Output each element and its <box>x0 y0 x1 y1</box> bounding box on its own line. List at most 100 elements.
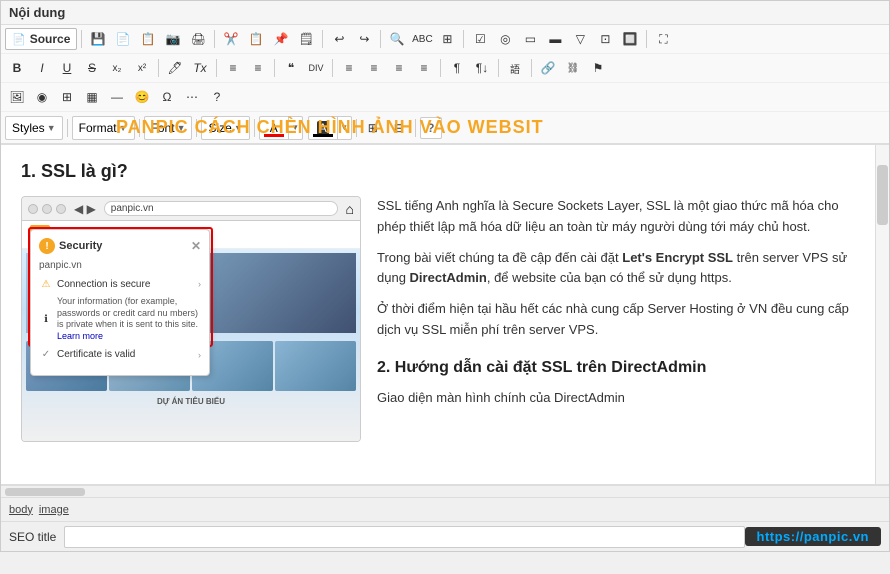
spellcheck-button[interactable]: ABC <box>410 28 434 50</box>
unordered-list-button[interactable]: ≡ <box>246 57 270 79</box>
print-button[interactable]: 🖨 <box>186 28 210 50</box>
popup-close-button[interactable]: ✕ <box>191 239 201 253</box>
format-select[interactable]: Format ▼ <box>72 116 135 140</box>
insert-button[interactable]: ? <box>205 86 229 108</box>
browser-titlebar: ◀ ▶ panpic.vn ⌂ <box>22 197 360 221</box>
bg-color-arrow[interactable]: ▼ <box>337 117 351 139</box>
paste-button[interactable]: 📌 <box>269 28 293 50</box>
toolbar-separator <box>463 30 464 48</box>
help-button[interactable]: ? <box>420 117 442 139</box>
image-button[interactable]: 🖼 <box>5 86 29 108</box>
styles-label: Styles <box>12 121 45 135</box>
toolbar-separator <box>440 59 441 77</box>
underline-button[interactable]: U <box>55 57 79 79</box>
paragraph-4: Giao diện màn hình chính của DirectAdmin <box>377 388 869 409</box>
toolbar-separator <box>531 59 532 77</box>
size-select[interactable]: Size ▼ <box>201 116 249 140</box>
align-justify-button[interactable]: ≡ <box>412 57 436 79</box>
seo-title-input[interactable] <box>64 526 744 548</box>
save-button[interactable]: 💾 <box>86 28 110 50</box>
format-separator <box>67 119 68 137</box>
remove-format-button[interactable]: Tx <box>188 57 212 79</box>
radio-button[interactable]: ◎ <box>493 28 517 50</box>
unlink-button[interactable]: ⛓ <box>561 57 585 79</box>
format-painter-button[interactable]: 🖊 <box>163 57 187 79</box>
popup-item-2: ℹ Your information (for example, passwor… <box>39 296 201 343</box>
redo-button[interactable]: ↪ <box>352 28 376 50</box>
maximize-button[interactable]: ⛶ <box>651 28 675 50</box>
horizontal-rule-button[interactable]: — <box>105 86 129 108</box>
font-select[interactable]: Font ▼ <box>144 116 193 140</box>
scrollbar-thumb[interactable] <box>877 165 888 225</box>
blockquote-button[interactable]: ❝ <box>279 57 303 79</box>
source-button[interactable]: 📄 Source <box>5 28 77 50</box>
content-text: SSL tiếng Anh nghĩa là Secure Sockets La… <box>377 196 869 419</box>
website-thumb-4 <box>275 341 356 391</box>
italic-button[interactable]: I <box>30 57 54 79</box>
toolbar-separator <box>216 59 217 77</box>
templates-button[interactable]: 📋 <box>136 28 160 50</box>
textbox-button[interactable]: ▭ <box>518 28 542 50</box>
align-right-button[interactable]: ≡ <box>387 57 411 79</box>
h-scrollbar-thumb[interactable] <box>5 488 85 496</box>
font-arrow-icon: ▼ <box>177 123 186 133</box>
horizontal-scrollbar[interactable] <box>1 485 889 497</box>
language-button[interactable]: 語 <box>503 57 527 79</box>
toolbar-row-1: 📄 Source 💾 📄 📋 📷 🖨 ✂️ 📋 📌 🗒 ↩ ↪ 🔍 ABC ⊞ … <box>1 25 889 54</box>
website-footer-text: DỰ ÁN TIÊU BIỂU <box>22 395 360 408</box>
align-left-button[interactable]: ≡ <box>337 57 361 79</box>
preview-button[interactable]: 📷 <box>161 28 185 50</box>
bold-button[interactable]: B <box>5 57 29 79</box>
div-button[interactable]: DIV <box>304 57 328 79</box>
info-icon: ℹ <box>39 312 53 326</box>
subscript-button[interactable]: x₂ <box>105 57 129 79</box>
bg-color-bar <box>313 134 333 137</box>
hidden-button[interactable]: 🔲 <box>618 28 642 50</box>
paste-text-button[interactable]: 🗒 <box>294 28 318 50</box>
select-all-button[interactable]: ⊞ <box>435 28 459 50</box>
smiley-button[interactable]: 😊 <box>130 86 154 108</box>
browser-dot <box>28 204 38 214</box>
undo-button[interactable]: ↩ <box>327 28 351 50</box>
table2-button[interactable]: ▦ <box>80 86 104 108</box>
link-button[interactable]: 🔗 <box>536 57 560 79</box>
cut-button[interactable]: ✂️ <box>219 28 243 50</box>
strikethrough-button[interactable]: S <box>80 57 104 79</box>
select-button[interactable]: ▽ <box>568 28 592 50</box>
new-page-button[interactable]: 📄 <box>111 28 135 50</box>
checkbox-button[interactable]: ☑ <box>468 28 492 50</box>
find-button[interactable]: 🔍 <box>385 28 409 50</box>
content-area[interactable]: 1. SSL là gì? ◀ ▶ panpic.vn ⌂ <box>1 145 889 485</box>
align-center-button[interactable]: ≡ <box>362 57 386 79</box>
superscript-button[interactable]: x² <box>130 57 154 79</box>
flash-button[interactable]: ◉ <box>30 86 54 108</box>
text-color-button[interactable]: A <box>260 117 288 139</box>
show-blocks-button[interactable]: ¶ <box>445 57 469 79</box>
anchor-button[interactable]: ⚑ <box>586 57 610 79</box>
status-tag-image[interactable]: image <box>39 504 69 516</box>
seo-label: SEO title <box>9 530 56 544</box>
pagebreak-button[interactable]: ⋯ <box>180 86 204 108</box>
toolbar-separator <box>380 30 381 48</box>
copy-button[interactable]: 📋 <box>244 28 268 50</box>
security-icon: ! <box>39 238 55 254</box>
popup-item-2-text: Your information (for example, passwords… <box>57 296 201 343</box>
status-tag-body[interactable]: body <box>9 504 33 516</box>
format-separator-5 <box>356 119 357 137</box>
textarea-button[interactable]: ▬ <box>543 28 567 50</box>
format-separator-3 <box>196 119 197 137</box>
bidi-ltr-button[interactable]: ¶↓ <box>470 57 494 79</box>
shrink-button[interactable]: ⊟ <box>387 117 411 139</box>
security-popup: ! Security ✕ panpic.vn ⚠ Connection is s… <box>30 229 210 376</box>
text-color-label: A <box>270 121 278 135</box>
bg-color-button[interactable]: A <box>309 117 337 139</box>
source-label: Source <box>30 32 71 46</box>
styles-select[interactable]: Styles ▼ <box>5 116 63 140</box>
button-button[interactable]: ⊡ <box>593 28 617 50</box>
expand-button[interactable]: ⊞ <box>361 117 385 139</box>
special-char-button[interactable]: Ω <box>155 86 179 108</box>
table-button[interactable]: ⊞ <box>55 86 79 108</box>
text-color-arrow[interactable]: ▼ <box>288 117 302 139</box>
vertical-scrollbar[interactable] <box>875 145 889 484</box>
ordered-list-button[interactable]: ≡ <box>221 57 245 79</box>
